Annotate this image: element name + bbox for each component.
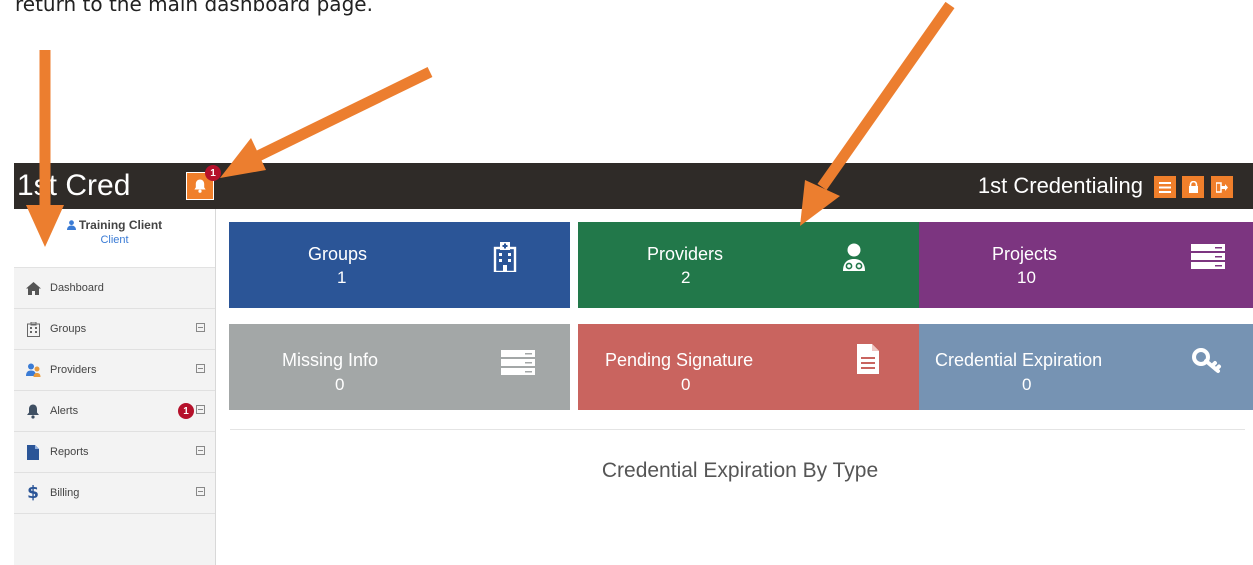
- server-icon: [1191, 244, 1225, 269]
- content-divider: [230, 429, 1245, 430]
- tile-count: 0: [1022, 375, 1032, 394]
- profile-name-row: Training Client: [14, 209, 215, 232]
- top-navbar: 1st Cred 1 1st Credentialing: [14, 163, 1253, 209]
- sidebar-item-label: Providers: [50, 364, 97, 376]
- brand-logo[interactable]: 1st Cred: [17, 169, 130, 203]
- bell-icon: [24, 402, 42, 420]
- tile-groups[interactable]: Groups 1: [229, 222, 570, 308]
- sidebar-item-label: Billing: [50, 487, 80, 499]
- user-profile: Training Client Client: [14, 209, 215, 268]
- document-icon: [857, 344, 879, 374]
- home-icon: [24, 279, 42, 297]
- sidebar-item-label: Groups: [50, 323, 87, 335]
- chart-title: Credential Expiration By Type: [601, 459, 879, 482]
- tile-projects[interactable]: Projects 10: [919, 222, 1253, 308]
- building-icon: [24, 320, 42, 338]
- sidebar-item-providers[interactable]: Providers: [14, 350, 215, 391]
- sidebar-item-label: Reports: [50, 446, 89, 458]
- expand-icon[interactable]: [196, 487, 205, 496]
- tile-count: 10: [1017, 268, 1036, 287]
- sidebar-item-groups[interactable]: Groups: [14, 309, 215, 350]
- doctor-icon: [843, 243, 865, 271]
- sidebar-item-alerts[interactable]: Alerts 1: [14, 391, 215, 432]
- sidebar: Training Client Client Dashboard Groups …: [14, 209, 216, 565]
- users-icon: [24, 361, 42, 379]
- tile-credential-expiration[interactable]: Credential Expiration 0: [919, 324, 1253, 410]
- tile-label: Providers: [647, 244, 724, 264]
- tile-label: Credential Expiration: [935, 350, 1103, 370]
- logout-icon: [1216, 181, 1228, 193]
- hospital-icon: [493, 242, 517, 272]
- user-icon: [66, 220, 76, 230]
- expand-icon[interactable]: [196, 364, 205, 373]
- lock-button[interactable]: [1182, 176, 1204, 198]
- notification-count-badge: 1: [205, 165, 221, 181]
- document-instruction-text: return to the main dashboard page.: [15, 0, 373, 16]
- logout-button[interactable]: [1211, 176, 1233, 198]
- tile-count: 1: [337, 268, 347, 287]
- sidebar-item-reports[interactable]: Reports: [14, 432, 215, 473]
- key-icon: [1192, 348, 1221, 373]
- tile-pending-signature[interactable]: Pending Signature 0: [578, 324, 919, 410]
- company-name: 1st Credentialing: [977, 173, 1143, 198]
- profile-name: Training Client: [78, 218, 163, 232]
- tile-missing-info[interactable]: Missing Info 0: [229, 324, 570, 410]
- lock-icon: [1188, 181, 1198, 193]
- alerts-count-badge: 1: [178, 403, 194, 419]
- tile-count: 0: [681, 375, 691, 394]
- tile-label: Missing Info: [282, 350, 379, 370]
- profile-role: Client: [100, 234, 129, 246]
- tile-label: Groups: [308, 244, 368, 264]
- bell-icon: [194, 179, 206, 193]
- menu-icon: [1159, 181, 1171, 193]
- expand-icon[interactable]: [196, 446, 205, 455]
- server-icon: [501, 350, 535, 375]
- tile-providers[interactable]: Providers 2: [578, 222, 919, 308]
- tile-count: 0: [335, 375, 345, 394]
- sidebar-item-label: Dashboard: [50, 282, 104, 294]
- dollar-icon: $: [27, 483, 39, 503]
- sidebar-item-billing[interactable]: $ Billing: [14, 473, 215, 514]
- expand-icon[interactable]: [196, 405, 205, 414]
- tile-label: Projects: [992, 244, 1058, 264]
- expand-icon[interactable]: [196, 323, 205, 332]
- tile-label: Pending Signature: [605, 350, 754, 370]
- sidebar-item-dashboard[interactable]: Dashboard: [14, 268, 215, 309]
- tile-count: 2: [681, 268, 691, 287]
- sidebar-item-label: Alerts: [50, 405, 79, 417]
- file-icon: [24, 443, 42, 461]
- menu-button[interactable]: [1154, 176, 1176, 198]
